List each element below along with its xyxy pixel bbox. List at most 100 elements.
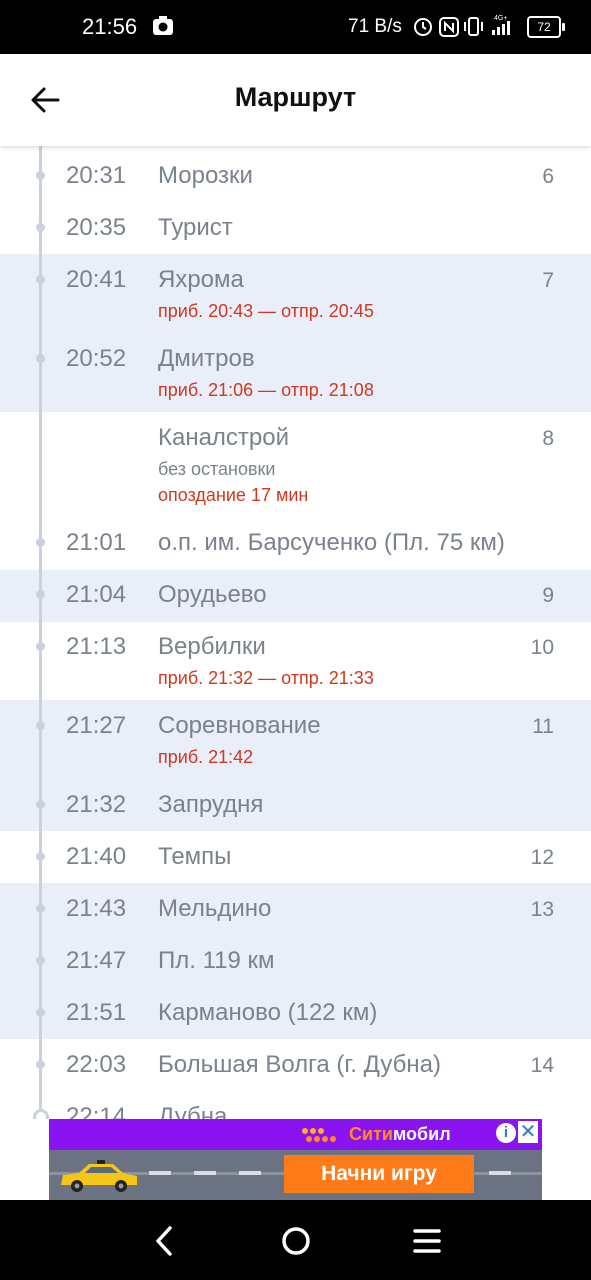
taxi-car-icon xyxy=(57,1159,141,1200)
route-list[interactable]: 20:31 Морозки 6 20:35 Турист 20:41 Яхром… xyxy=(0,146,591,1119)
stop-row[interactable]: 21:32 Запрудня xyxy=(0,779,591,831)
timeline-dot xyxy=(36,590,45,599)
zone-number: 9 xyxy=(542,584,554,607)
timeline-dot xyxy=(36,721,45,730)
stop-time: 21:51 xyxy=(66,999,127,1026)
stop-name: Дубна xyxy=(158,1103,228,1119)
stop-row[interactable]: Каналстрой 8 без остановки опоздание 17 … xyxy=(0,412,591,518)
stop-schedule: приб. 20:43 — отпр. 20:45 xyxy=(158,301,374,321)
stop-name: о.п. им. Барсученко (Пл. 75 км) xyxy=(158,529,505,556)
app-bar: Маршрут xyxy=(0,54,591,146)
stop-time: 20:41 xyxy=(66,266,127,293)
timeline-dot xyxy=(36,1060,45,1069)
ad-info-icon[interactable]: i xyxy=(496,1123,516,1143)
stop-name: Каналстрой xyxy=(158,424,290,451)
ad-cta-button[interactable]: Начни игру xyxy=(284,1155,474,1193)
stop-row[interactable]: 21:01 о.п. им. Барсученко (Пл. 75 км) xyxy=(0,518,591,570)
zone-number: 13 xyxy=(530,898,554,921)
timeline-dot xyxy=(36,1008,45,1017)
zone-number: 12 xyxy=(530,846,554,869)
stop-row[interactable]: 22:14 Дубна xyxy=(0,1091,591,1119)
stop-time: 22:03 xyxy=(66,1051,127,1078)
stop-name: Дмитров xyxy=(158,345,255,372)
stop-row[interactable]: 20:52 Дмитров приб. 21:06 — отпр. 21:08 xyxy=(0,333,591,412)
chevron-left-icon xyxy=(156,1226,172,1256)
timeline-dot xyxy=(36,904,45,913)
stop-row[interactable]: 21:13 Вербилки 10 приб. 21:32 — отпр. 21… xyxy=(0,622,591,700)
stop-row[interactable]: 20:35 Турист xyxy=(0,198,591,254)
ad-brand-part: мобил xyxy=(392,1124,451,1144)
stop-name: Вербилки xyxy=(158,633,266,660)
stop-row[interactable]: 21:47 Пл. 119 км xyxy=(0,935,591,987)
menu-icon xyxy=(413,1229,441,1253)
stop-time: 21:47 xyxy=(66,947,127,974)
stop-row[interactable]: 21:40 Темпы 12 xyxy=(0,831,591,883)
stop-time: 21:13 xyxy=(66,633,127,660)
stop-schedule: приб. 21:06 — отпр. 21:08 xyxy=(158,380,374,400)
nav-back-button[interactable] xyxy=(145,1224,185,1258)
delay-note: опоздание 17 мин xyxy=(158,485,309,505)
timeline-dot xyxy=(36,852,45,861)
nav-home-button[interactable] xyxy=(276,1224,316,1258)
timeline-dot xyxy=(36,354,45,363)
stop-time: 22:14 xyxy=(66,1103,127,1119)
stop-time: 21:40 xyxy=(66,843,127,870)
timeline-dot xyxy=(36,171,45,180)
stop-name: Запрудня xyxy=(158,791,264,818)
stop-name: Турист xyxy=(158,214,233,241)
system-nav-bar xyxy=(0,1200,591,1280)
zone-number: 6 xyxy=(542,165,554,188)
vibrate-icon xyxy=(464,17,483,36)
stop-time: 20:31 xyxy=(66,162,127,189)
zone-number: 11 xyxy=(532,715,554,738)
zone-number: 8 xyxy=(542,427,554,450)
stop-row[interactable]: 20:31 Морозки 6 xyxy=(0,146,591,198)
timeline-dot xyxy=(36,275,45,284)
zone-number: 14 xyxy=(530,1054,554,1077)
stop-name: Большая Волга (г. Дубна) xyxy=(158,1051,441,1078)
ad-banner[interactable]: Ситимобил i ✕ Начни игру xyxy=(49,1119,542,1200)
page-title: Маршрут xyxy=(234,82,357,112)
stop-name: Темпы xyxy=(158,843,232,870)
stop-row[interactable]: 21:51 Карманово (122 км) xyxy=(0,987,591,1039)
stop-time: 20:52 xyxy=(66,345,127,372)
stop-row[interactable]: 21:43 Мельдино 13 xyxy=(0,883,591,935)
stop-row[interactable]: 20:41 Яхрома 7 приб. 20:43 — отпр. 20:45 xyxy=(0,254,591,333)
status-icons: 4G+ xyxy=(412,13,522,44)
stop-time: 21:27 xyxy=(66,712,127,739)
timeline-dot xyxy=(36,223,45,232)
signal-icon: 4G+ xyxy=(492,15,510,35)
stop-name: Пл. 119 км xyxy=(158,947,275,974)
stop-time: 20:35 xyxy=(66,214,127,241)
ad-brand: Ситимобил xyxy=(349,1124,451,1145)
stop-time: 21:32 xyxy=(66,791,127,818)
stop-time: 21:43 xyxy=(66,895,127,922)
timeline-end-dot xyxy=(33,1109,49,1119)
zone-number: 7 xyxy=(542,269,554,292)
stop-row[interactable]: 21:04 Орудьево 9 xyxy=(0,570,591,622)
ad-close-icon[interactable]: ✕ xyxy=(518,1121,538,1143)
timeline-dot xyxy=(36,956,45,965)
ad-brand-part: Сити xyxy=(349,1124,393,1144)
timeline-dot xyxy=(36,800,45,809)
battery-icon: 72 xyxy=(527,16,565,38)
camera-icon xyxy=(152,16,174,41)
stop-time: 21:01 xyxy=(66,529,127,556)
stop-schedule: приб. 21:42 xyxy=(158,747,254,767)
stop-row[interactable]: 21:27 Соревнование 11 приб. 21:42 xyxy=(0,700,591,779)
stop-name: Соревнование xyxy=(158,712,321,739)
svg-text:4G+: 4G+ xyxy=(494,15,507,22)
nfc-icon xyxy=(439,17,459,37)
taxi-checker-icon xyxy=(302,1128,336,1142)
stop-time: 21:04 xyxy=(66,581,127,608)
zone-number: 10 xyxy=(530,636,554,659)
alarm-icon xyxy=(414,18,432,36)
stop-name: Карманово (122 км) xyxy=(158,999,378,1026)
no-stop-note: без остановки xyxy=(158,459,276,479)
stop-name: Орудьево xyxy=(158,581,267,608)
ad-header: Ситимобил i ✕ xyxy=(49,1119,542,1150)
nav-menu-button[interactable] xyxy=(407,1224,447,1258)
stop-row[interactable]: 22:03 Большая Волга (г. Дубна) 14 xyxy=(0,1039,591,1091)
stop-name: Морозки xyxy=(158,162,253,189)
status-bar: 21:56 71 B/s 4G+ 72 xyxy=(0,0,591,54)
